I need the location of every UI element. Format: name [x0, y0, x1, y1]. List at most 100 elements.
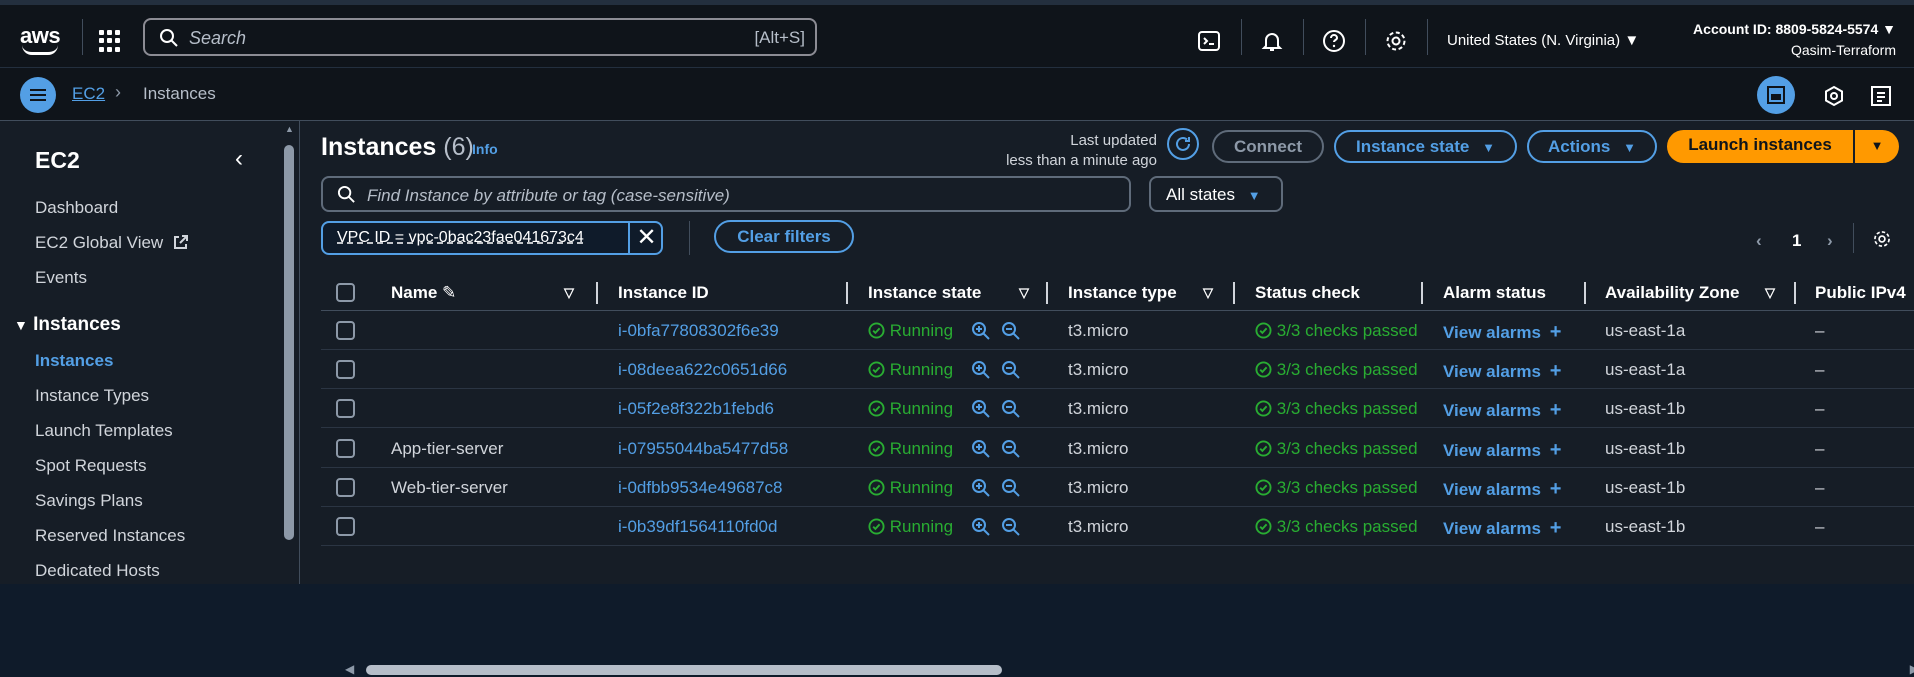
- instance-state-button[interactable]: Instance state ▼: [1334, 130, 1517, 163]
- sidebar-item-global-view[interactable]: EC2 Global View: [35, 233, 189, 253]
- info-link[interactable]: Info: [472, 141, 498, 157]
- table-row[interactable]: i-0bfa77808302f6e39 Running t3.micro 3/3…: [321, 311, 1914, 350]
- account-menu[interactable]: Account ID: 8809-5824-5574 ▼ Qasim-Terra…: [1693, 19, 1896, 61]
- table-row[interactable]: i-05f2e8f322b1febd6 Running t3.micro 3/3…: [321, 389, 1914, 429]
- instance-id-link[interactable]: i-0dfbb9534e49687c8: [618, 478, 782, 498]
- prev-page-chevron-left-icon[interactable]: ‹: [1756, 231, 1762, 251]
- table-row[interactable]: Web-tier-server i-0dfbb9534e49687c8 Runn…: [321, 468, 1914, 507]
- find-instance-input[interactable]: Find Instance by attribute or tag (case-…: [321, 176, 1131, 212]
- instance-id-link[interactable]: i-05f2e8f322b1febd6: [618, 399, 774, 419]
- instance-id-link[interactable]: i-08deea622c0651d66: [618, 360, 787, 380]
- instance-id-link[interactable]: i-0bfa77808302f6e39: [618, 321, 779, 341]
- zoom-out-icon[interactable]: [1001, 439, 1021, 459]
- row-checkbox[interactable]: [336, 360, 355, 380]
- view-alarms-link[interactable]: View alarms +: [1443, 321, 1561, 344]
- zoom-in-icon[interactable]: [971, 360, 991, 380]
- sort-caret-icon[interactable]: ▽: [1765, 285, 1775, 301]
- table-settings-gear-icon[interactable]: [1872, 229, 1892, 249]
- zoom-in-icon[interactable]: [971, 517, 991, 537]
- notifications-bell-icon[interactable]: [1260, 29, 1284, 53]
- sort-caret-icon[interactable]: ▽: [1019, 285, 1029, 301]
- sidebar-item-spot-requests[interactable]: Spot Requests: [35, 456, 147, 476]
- sidebar-section-instances[interactable]: ▼ Instances: [14, 314, 121, 336]
- column-header-alarm-status[interactable]: Alarm status: [1443, 283, 1546, 303]
- cloudshell-icon[interactable]: [1197, 29, 1221, 53]
- sidebar-item-savings-plans[interactable]: Savings Plans: [35, 491, 143, 511]
- column-header-availability-zone[interactable]: Availability Zone: [1605, 283, 1739, 303]
- clear-filters-button[interactable]: Clear filters: [714, 220, 854, 253]
- zoom-in-icon[interactable]: [971, 439, 991, 459]
- table-row[interactable]: i-08deea622c0651d66 Running t3.micro 3/3…: [321, 350, 1914, 390]
- zoom-out-icon[interactable]: [1001, 517, 1021, 537]
- page-number[interactable]: 1: [1792, 231, 1801, 251]
- sidebar-item-dedicated-hosts[interactable]: Dedicated Hosts: [35, 561, 160, 581]
- zoom-out-icon[interactable]: [1001, 321, 1021, 341]
- hexagon-icon[interactable]: [1823, 85, 1845, 107]
- breadcrumb-ec2-link[interactable]: EC2: [72, 84, 105, 104]
- select-all-checkbox[interactable]: [336, 283, 355, 302]
- instance-id-link[interactable]: i-07955044ba5477d58: [618, 439, 788, 459]
- sidebar-item-dashboard[interactable]: Dashboard: [35, 198, 118, 218]
- side-nav-toggle-button[interactable]: [20, 77, 56, 113]
- remove-filter-close-icon[interactable]: ✕: [628, 223, 663, 253]
- sidebar-item-launch-templates[interactable]: Launch Templates: [35, 421, 173, 441]
- view-alarms-link[interactable]: View alarms +: [1443, 439, 1561, 462]
- scroll-left-arrow-icon[interactable]: ◀: [345, 662, 354, 676]
- column-header-instance-type[interactable]: Instance type: [1068, 283, 1177, 303]
- row-checkbox[interactable]: [336, 517, 355, 536]
- column-header-instance-id[interactable]: Instance ID: [618, 283, 709, 303]
- zoom-out-icon[interactable]: [1001, 360, 1021, 380]
- row-checkbox[interactable]: [336, 438, 355, 458]
- launch-instances-button[interactable]: Launch instances: [1667, 130, 1853, 163]
- instance-id-link[interactable]: i-0b39df1564110fd0d: [618, 517, 777, 537]
- search-input[interactable]: Search [Alt+S]: [143, 18, 817, 56]
- plus-icon[interactable]: +: [1550, 399, 1562, 421]
- launch-dropdown-button[interactable]: ▼: [1855, 130, 1899, 163]
- row-checkbox[interactable]: [336, 321, 355, 340]
- zoom-in-icon[interactable]: [971, 321, 991, 341]
- help-icon[interactable]: [1322, 29, 1346, 53]
- connect-button[interactable]: Connect: [1212, 130, 1324, 163]
- sidebar-item-instances[interactable]: Instances: [35, 351, 113, 371]
- sort-caret-icon[interactable]: ▽: [1203, 285, 1213, 301]
- next-page-chevron-right-icon[interactable]: ›: [1827, 231, 1833, 251]
- actions-button[interactable]: Actions ▼: [1527, 130, 1657, 163]
- view-alarms-link[interactable]: View alarms +: [1443, 517, 1561, 540]
- column-header-status-check[interactable]: Status check: [1255, 283, 1360, 303]
- zoom-out-icon[interactable]: [1001, 399, 1021, 419]
- collapse-chevron-left-icon[interactable]: ‹: [235, 145, 243, 173]
- states-select[interactable]: All states ▼: [1149, 176, 1283, 212]
- plus-icon[interactable]: +: [1550, 439, 1562, 461]
- sidebar-scrollbar[interactable]: ▲: [282, 121, 296, 584]
- sidebar-item-reserved-instances[interactable]: Reserved Instances: [35, 526, 185, 546]
- column-header-instance-state[interactable]: Instance state: [868, 283, 981, 303]
- settings-gear-icon[interactable]: [1384, 29, 1408, 53]
- sidebar-item-instance-types[interactable]: Instance Types: [35, 386, 149, 406]
- column-header-public-ipv4[interactable]: Public IPv4: [1815, 283, 1914, 303]
- services-menu-icon[interactable]: [99, 30, 121, 52]
- table-horizontal-scrollbar[interactable]: ◀ ▶: [342, 661, 1914, 677]
- row-checkbox[interactable]: [336, 399, 355, 419]
- plus-icon[interactable]: +: [1550, 321, 1562, 343]
- sidebar-item-events[interactable]: Events: [35, 268, 87, 288]
- vpc-filter-token[interactable]: VPC ID = vpc-0bac23fae041673c4 ✕: [321, 221, 663, 255]
- zoom-in-icon[interactable]: [971, 399, 991, 419]
- table-row[interactable]: i-0b39df1564110fd0d Running t3.micro 3/3…: [321, 507, 1914, 546]
- zoom-out-icon[interactable]: [1001, 478, 1021, 498]
- layout-icon[interactable]: [1870, 85, 1892, 107]
- region-selector[interactable]: United States (N. Virginia) ▼: [1447, 32, 1639, 49]
- zoom-in-icon[interactable]: [971, 478, 991, 498]
- split-panel-button[interactable]: [1757, 76, 1795, 114]
- view-alarms-link[interactable]: View alarms +: [1443, 399, 1561, 422]
- view-alarms-link[interactable]: View alarms +: [1443, 360, 1561, 383]
- plus-icon[interactable]: +: [1550, 478, 1562, 500]
- view-alarms-link[interactable]: View alarms +: [1443, 478, 1561, 501]
- scroll-up-arrow-icon[interactable]: ▲: [285, 124, 294, 134]
- scroll-right-arrow-icon[interactable]: ▶: [1910, 662, 1914, 676]
- refresh-button[interactable]: [1167, 128, 1199, 160]
- aws-logo[interactable]: aws: [20, 23, 61, 55]
- plus-icon[interactable]: +: [1550, 517, 1562, 539]
- plus-icon[interactable]: +: [1550, 360, 1562, 382]
- sort-caret-icon[interactable]: ▽: [564, 285, 574, 301]
- column-header-name[interactable]: Name ✎: [391, 283, 456, 303]
